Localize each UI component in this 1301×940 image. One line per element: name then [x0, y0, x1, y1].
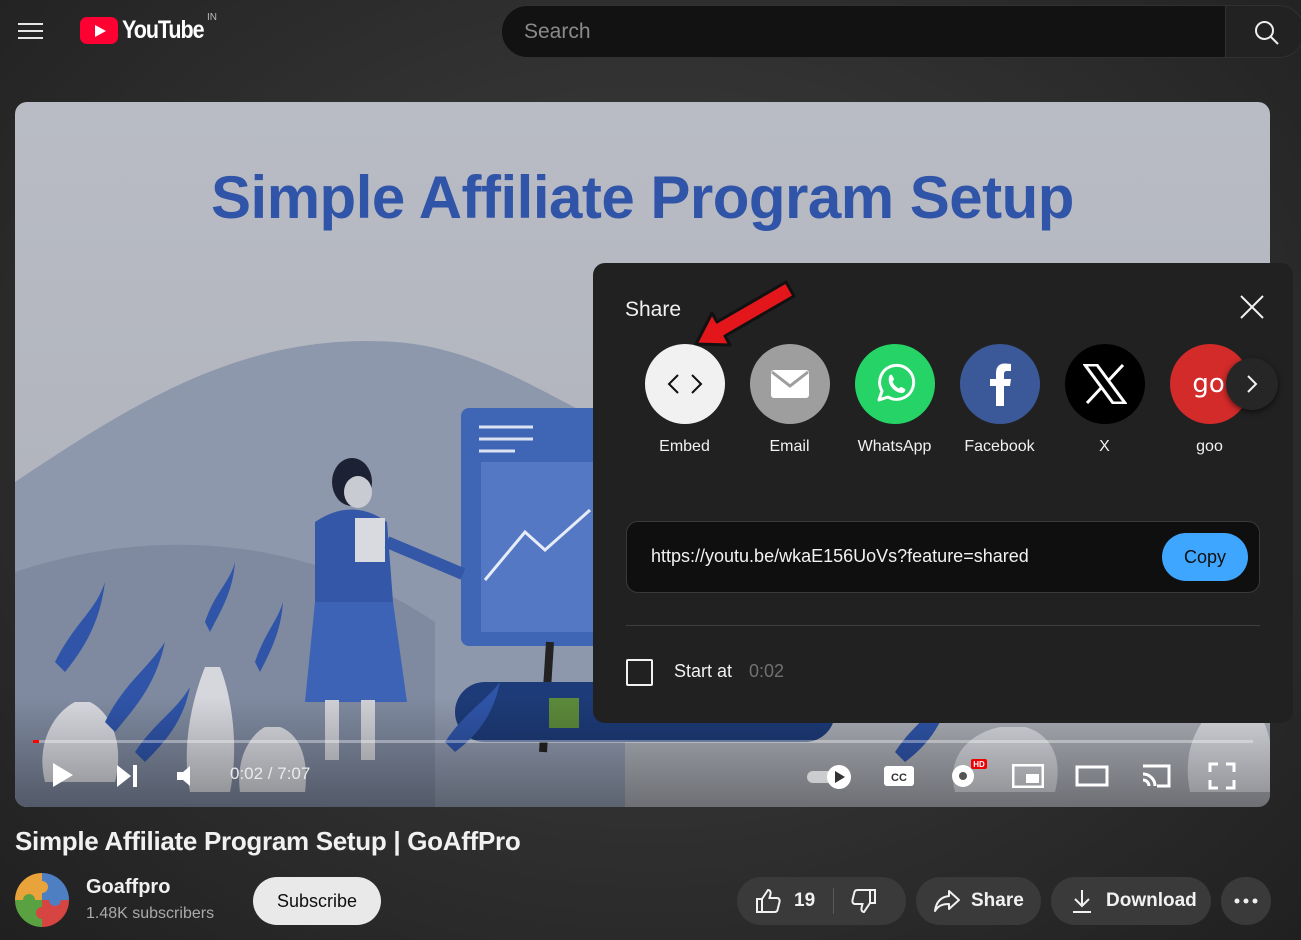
search-box: [501, 5, 1226, 58]
share-arrow-icon: [934, 890, 960, 912]
annotation-arrow: [694, 280, 796, 347]
start-at-time[interactable]: 0:02: [749, 661, 784, 682]
share-target-label: Email: [769, 438, 810, 455]
share-url-box: https://youtu.be/wkaE156UoVs?feature=sha…: [626, 521, 1260, 593]
mail-icon: [770, 370, 809, 398]
share-target-label: WhatsApp: [857, 438, 932, 455]
embed-circle: [644, 344, 725, 424]
subscriber-count: 1.48K subscribers: [86, 905, 215, 922]
share-target-email[interactable]: Email: [737, 344, 842, 456]
share-target-facebook[interactable]: Facebook: [947, 344, 1052, 456]
like-button[interactable]: 19: [737, 877, 833, 925]
logo-text: YouTube: [122, 16, 205, 44]
fullscreen-icon[interactable]: [1208, 762, 1236, 790]
volume-icon[interactable]: [175, 764, 201, 788]
search-icon: [1255, 21, 1279, 45]
download-button[interactable]: Download: [1051, 877, 1211, 925]
more-actions-button[interactable]: [1221, 877, 1271, 925]
share-target-label: Facebook: [964, 438, 1035, 455]
captions-icon[interactable]: CC: [883, 764, 915, 788]
progress-bar[interactable]: [33, 740, 1253, 743]
play-icon[interactable]: [51, 762, 75, 788]
video-thumbnail-title: Simple Affiliate Program Setup: [211, 164, 1074, 231]
close-icon: [1240, 295, 1264, 319]
next-video-icon[interactable]: [115, 764, 139, 788]
x-icon: [1082, 364, 1127, 404]
autoplay-toggle[interactable]: [805, 762, 853, 790]
channel-avatar[interactable]: [15, 873, 69, 927]
youtube-play-icon: [80, 17, 118, 44]
chevron-right-icon: [1247, 375, 1258, 393]
share-targets: Embed Email WhatsApp Facebook X goo goo: [632, 344, 1262, 456]
whatsapp-icon: [877, 363, 915, 402]
share-dialog-title: Share: [625, 298, 682, 321]
dialog-divider: [626, 625, 1260, 626]
thumbs-down-icon: [851, 889, 876, 914]
share-target-label: goo: [1196, 438, 1223, 455]
svg-text:HD: HD: [973, 760, 985, 769]
subscribe-button[interactable]: Subscribe: [253, 877, 381, 925]
thumbs-up-icon: [756, 888, 781, 913]
like-count: 19: [794, 890, 816, 911]
progress-fill: [33, 740, 40, 743]
share-label: Share: [971, 890, 1024, 911]
time-display: 0:02 / 7:07: [230, 764, 311, 783]
search-input[interactable]: [502, 6, 1225, 57]
video-title: Simple Affiliate Program Setup | GoAffPr…: [15, 826, 521, 856]
share-button[interactable]: Share: [916, 877, 1041, 925]
cast-icon[interactable]: [1139, 762, 1173, 790]
share-target-x[interactable]: X: [1052, 344, 1157, 456]
share-url[interactable]: https://youtu.be/wkaE156UoVs?feature=sha…: [651, 546, 1029, 567]
copy-button[interactable]: Copy: [1162, 533, 1248, 581]
share-target-whatsapp[interactable]: WhatsApp: [842, 344, 947, 456]
share-target-embed[interactable]: Embed: [632, 344, 737, 456]
facebook-circle: [959, 344, 1040, 424]
settings-icon[interactable]: HD: [947, 758, 987, 790]
facebook-icon: [989, 363, 1011, 406]
theater-mode-icon[interactable]: [1075, 764, 1109, 788]
like-dislike-group: 19: [737, 877, 906, 925]
menu-icon[interactable]: [14, 18, 48, 46]
youtube-logo[interactable]: YouTube: [80, 16, 217, 45]
email-circle: [749, 344, 830, 424]
search-button[interactable]: [1225, 5, 1301, 58]
top-bar: YouTube IN: [0, 0, 1301, 64]
whatsapp-circle: [854, 344, 935, 424]
share-targets-next-button[interactable]: [1226, 358, 1278, 410]
svg-text:CC: CC: [891, 772, 907, 784]
share-target-label: Embed: [659, 438, 710, 455]
start-at-checkbox[interactable]: [626, 659, 653, 686]
more-horizontal-icon: [1234, 898, 1258, 904]
download-icon: [1073, 890, 1091, 913]
channel-name[interactable]: Goaffpro: [86, 876, 170, 899]
download-label: Download: [1106, 890, 1197, 911]
start-at-label: Start at: [674, 661, 733, 681]
puzzle-logo: [15, 873, 69, 927]
share-target-label: X: [1099, 438, 1110, 455]
miniplayer-icon[interactable]: [1012, 764, 1044, 788]
code-icon: [667, 374, 702, 394]
close-button[interactable]: [1236, 291, 1268, 323]
region-code: IN: [207, 12, 217, 23]
dislike-button[interactable]: [834, 877, 878, 925]
x-circle: [1064, 344, 1145, 424]
